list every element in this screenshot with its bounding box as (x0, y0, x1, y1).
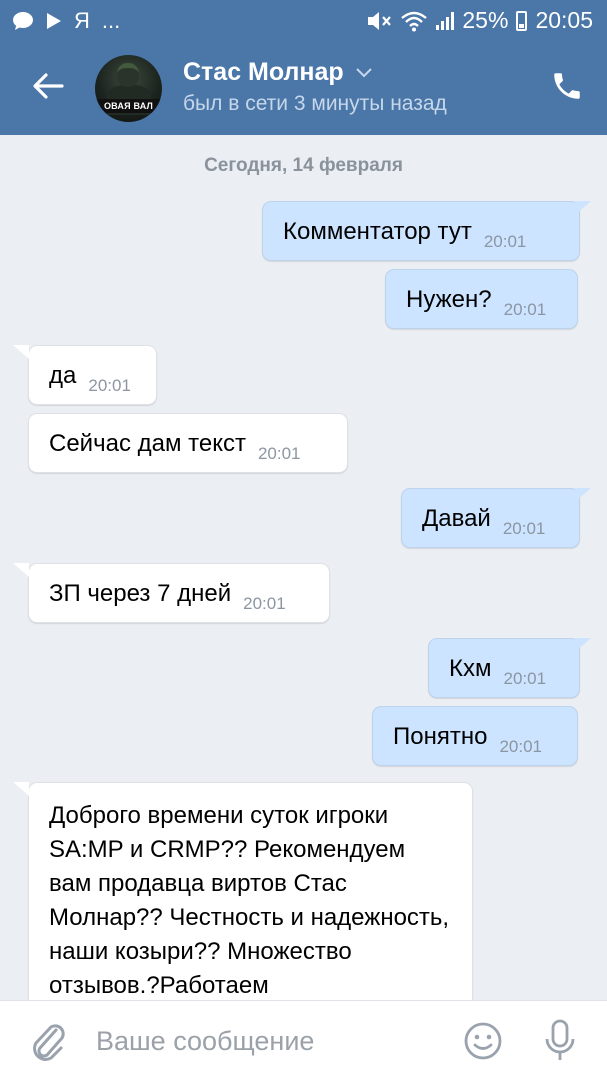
play-icon (47, 13, 61, 29)
status-bar: Я ... 25% 20:05 (0, 0, 607, 42)
status-bar-left: Я ... (12, 8, 120, 34)
message-time: 20:01 (499, 737, 542, 756)
message-time: 20:01 (483, 232, 527, 251)
back-arrow-icon[interactable] (30, 68, 66, 104)
message-time: 20:01 (257, 444, 301, 463)
chat-area[interactable]: Сегодня, 14 февраля Комментатор тут 20:01… (0, 135, 607, 1000)
message-text: Доброго времени суток игроки SA:MP и CRM… (49, 802, 450, 999)
message-time: 20:01 (503, 669, 547, 688)
status-more: ... (101, 8, 121, 33)
message-outgoing[interactable]: Кхм 20:01 (428, 638, 591, 698)
chat-bubble-icon (13, 12, 33, 30)
message-text: да (49, 362, 77, 389)
message-outgoing[interactable]: Комментатор тут 20:01 (262, 201, 591, 261)
microphone-icon[interactable] (540, 1018, 580, 1064)
message-time: 20:01 (503, 300, 547, 319)
status-time: 20:05 (535, 7, 593, 33)
message-time: 20:01 (502, 519, 546, 538)
message-text: Кхм (449, 655, 492, 682)
chevron-down-icon (355, 67, 372, 77)
avatar-caption: ОВАЯ ВАЛ (95, 99, 162, 113)
mute-icon (368, 11, 392, 30)
date-separator: Сегодня, 14 февраля (204, 155, 403, 176)
phone-icon[interactable] (550, 69, 584, 103)
composer-bar (0, 1000, 607, 1080)
message-incoming[interactable]: ЗП через 7 дней 20:01 (13, 563, 330, 623)
battery-icon (516, 10, 528, 31)
contact-status: был в сети 3 минуты назад (183, 92, 447, 115)
message-text: Комментатор тут (283, 218, 472, 245)
message-text: ЗП через 7 дней (49, 580, 232, 607)
message-text: Сейчас дам текст (49, 430, 246, 457)
message-incoming[interactable]: да 20:01 (13, 345, 157, 405)
app-letter: Я (74, 8, 90, 33)
contact-name: Стас Молнар (183, 58, 344, 86)
message-outgoing[interactable]: Нужен? 20:01 (385, 269, 578, 329)
message-time: 20:01 (243, 594, 286, 613)
message-outgoing[interactable]: Понятно 20:01 (372, 706, 578, 766)
wifi-icon (401, 11, 428, 31)
battery-percent: 25% (462, 7, 509, 33)
chat-header: ОВАЯ ВАЛ Стас Молнар был в сети 3 минуты… (0, 42, 607, 135)
avatar[interactable]: ОВАЯ ВАЛ (95, 55, 162, 122)
message-time: 20:01 (88, 376, 131, 395)
emoji-icon[interactable] (463, 1021, 503, 1061)
message-text: Понятно (393, 723, 488, 750)
message-incoming[interactable]: Доброго времени суток игроки SA:MP и CRM… (13, 782, 473, 1000)
message-incoming[interactable]: Сейчас дам текст 20:01 (28, 413, 348, 473)
message-outgoing[interactable]: Давай 20:01 (401, 488, 591, 548)
paperclip-icon[interactable] (28, 1020, 68, 1062)
message-text: Давай (422, 505, 491, 532)
contact-name-row[interactable]: Стас Молнар (183, 58, 372, 87)
message-input[interactable] (96, 1021, 441, 1061)
status-bar-right: 25% 20:05 (366, 7, 593, 34)
signal-icon (436, 11, 455, 30)
message-text: Нужен? (406, 286, 492, 313)
